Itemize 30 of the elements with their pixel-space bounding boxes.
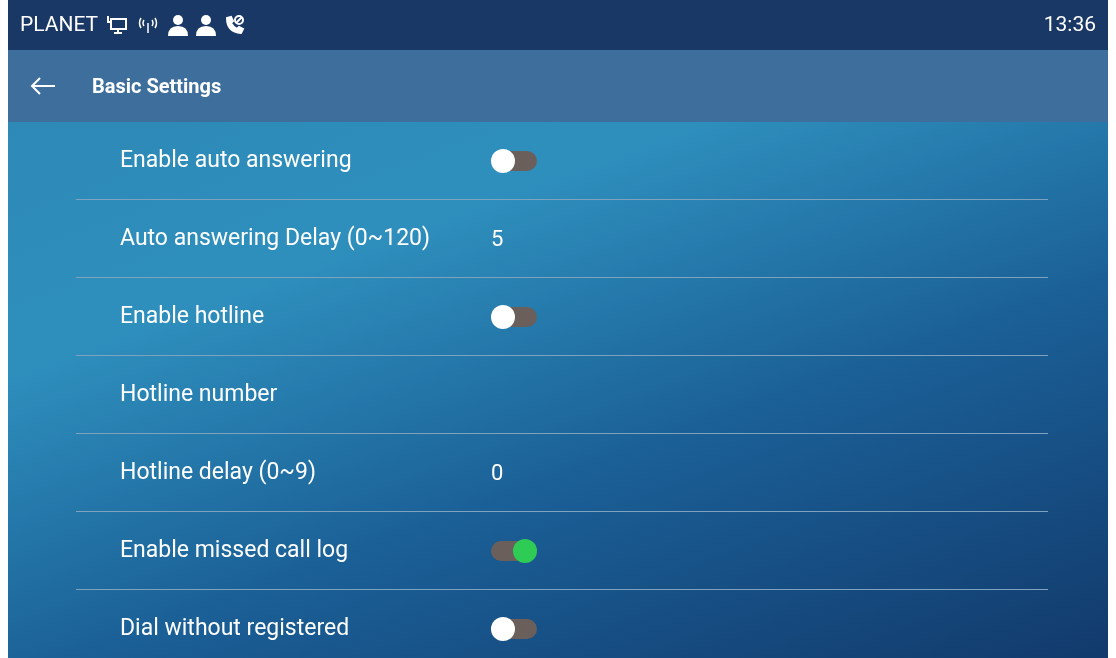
settings-row[interactable]: Auto answering Delay (0~120) 5	[76, 200, 1048, 278]
settings-row[interactable]: Dial without registered	[76, 590, 1048, 658]
setting-value: 5	[491, 225, 504, 253]
setting-label: Hotline delay (0~9)	[119, 457, 317, 488]
toggle-switch[interactable]	[491, 618, 537, 639]
settings-row[interactable]: Enable missed call log	[76, 512, 1048, 590]
page-title: Basic Settings	[92, 73, 222, 100]
phone-blocked-icon	[224, 14, 247, 36]
brand-label: PLANET	[20, 11, 99, 39]
network-icon	[106, 15, 129, 35]
settings-row[interactable]: Hotline delay (0~9) 0	[76, 434, 1048, 512]
setting-value: 0	[491, 459, 504, 487]
setting-label: Enable missed call log	[119, 535, 350, 566]
settings-row[interactable]: Enable auto answering	[76, 122, 1048, 200]
toggle-switch[interactable]	[491, 306, 537, 327]
toggle-switch[interactable]	[491, 540, 537, 561]
setting-label: Dial without registered	[119, 613, 351, 644]
person-icon	[168, 14, 189, 36]
setting-label: Auto answering Delay (0~120)	[119, 223, 431, 254]
settings-row[interactable]: Enable hotline	[76, 278, 1048, 356]
back-arrow-icon	[30, 76, 56, 96]
back-button[interactable]	[30, 76, 56, 96]
toggle-switch[interactable]	[491, 150, 537, 171]
setting-label: Enable auto answering	[119, 145, 353, 176]
setting-label: Hotline number	[119, 379, 279, 410]
setting-label: Enable hotline	[119, 301, 266, 332]
settings-row[interactable]: Hotline number	[76, 356, 1048, 434]
clock-time: 13:36	[1043, 11, 1096, 39]
antenna-icon	[138, 17, 159, 33]
person-icon	[196, 14, 217, 36]
